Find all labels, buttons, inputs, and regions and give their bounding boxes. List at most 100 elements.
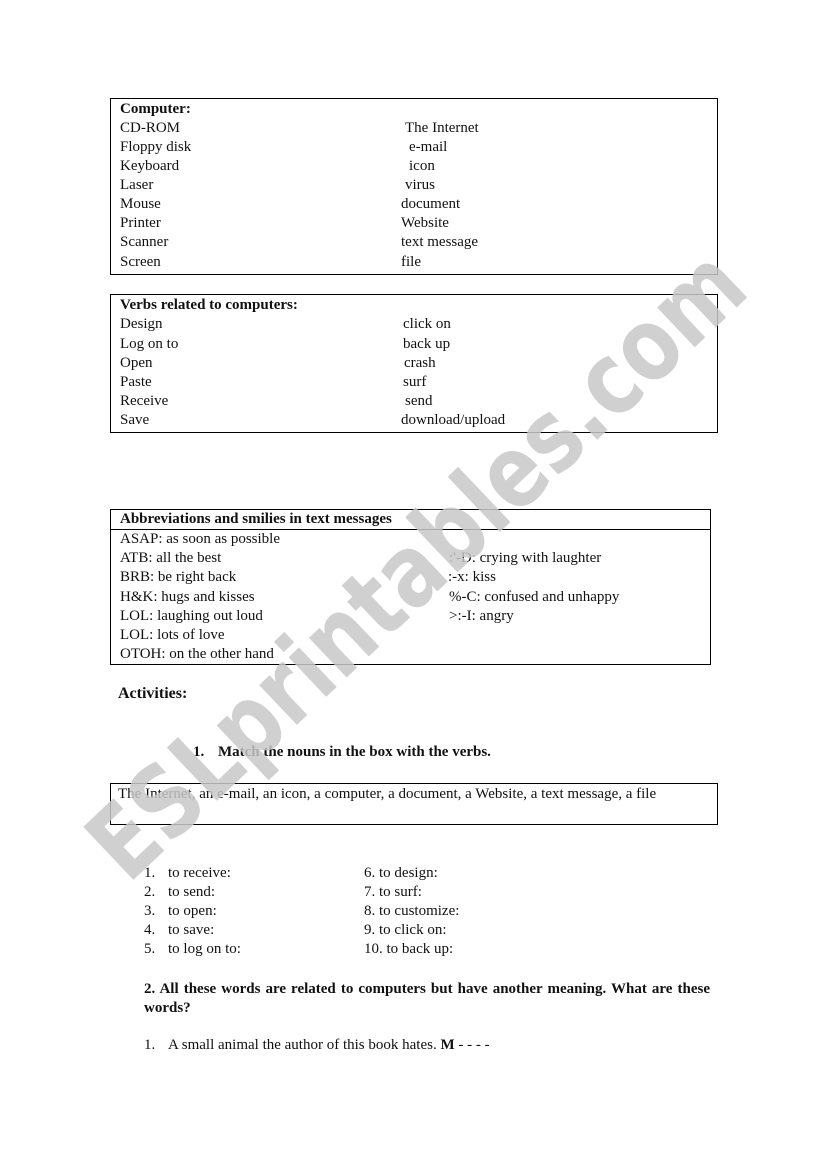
vocab-row: Receive send: [111, 392, 717, 411]
match-item-text: to log on to:: [168, 941, 241, 957]
abbr-row: ASAP: as soon as possible: [111, 530, 710, 549]
vocab-row: Laser virus: [111, 176, 717, 195]
vocab-left: Keyboard: [120, 158, 180, 174]
vocab-row: CD-ROM The Internet: [111, 119, 717, 138]
abbr-left: OTOH: on the other hand: [120, 646, 274, 662]
activities-heading: Activities:: [118, 685, 188, 702]
match-item: 1. to receive:: [144, 864, 231, 883]
match-item-number: 3.: [144, 903, 156, 919]
vocab-row: Screen file: [111, 253, 717, 272]
vocab-right: download/upload: [401, 412, 506, 428]
vocab-right: The Internet: [405, 120, 479, 136]
match-item: 3. to open:: [144, 902, 217, 921]
nouns-box: The Internet, an e-mail, an icon, a comp…: [110, 783, 718, 825]
match-item-text: to send:: [168, 884, 216, 900]
vocab-left: Save: [120, 412, 150, 428]
abbr-left: H&K: hugs and kisses: [120, 589, 255, 605]
abbr-row: ATB: all the best :'-D: crying with laug…: [111, 549, 710, 568]
match-item: 7. to surf:: [364, 884, 422, 900]
match-item-number: 2.: [144, 884, 156, 900]
verbs-box-title: Verbs related to computers:: [120, 297, 298, 313]
nouns-box-text: The Internet, an e-mail, an icon, a comp…: [118, 786, 657, 802]
abbr-left: LOL: laughing out loud: [120, 608, 263, 624]
abbr-right: %-C: confused and unhappy: [449, 589, 620, 605]
vocab-right: file: [401, 254, 421, 270]
vocab-right: back up: [403, 336, 451, 352]
match-item-number: 4.: [144, 922, 156, 938]
vocab-left: Mouse: [120, 196, 161, 212]
vocab-row: Printer Website: [111, 214, 717, 233]
vocab-left: Scanner: [120, 234, 169, 250]
vocab-right: Website: [401, 215, 449, 231]
match-item: 8. to customize:: [364, 903, 460, 919]
vocab-left: Open: [120, 355, 153, 371]
abbr-left: LOL: lots of love: [120, 627, 225, 643]
vocab-row: Save download/upload: [111, 411, 717, 430]
task2-instruction: 2. All these words are related to comput…: [144, 981, 710, 1016]
vocab-row: Log on to back up: [111, 335, 717, 354]
vocab-row: Scanner text message: [111, 233, 717, 252]
vocab-right: e-mail: [409, 139, 448, 155]
abbr-left: BRB: be right back: [120, 569, 237, 585]
vocab-left: Floppy disk: [120, 139, 192, 155]
vocab-left: Log on to: [120, 336, 179, 352]
abbr-row: OTOH: on the other hand: [111, 645, 710, 664]
vocab-left: Printer: [120, 215, 161, 231]
abbr-left: ASAP: as soon as possible: [120, 531, 281, 547]
box-title-row: Verbs related to computers:: [111, 296, 717, 315]
vocab-right: send: [405, 393, 433, 409]
computer-vocabulary-box: Computer: CD-ROM The Internet Floppy dis…: [110, 98, 718, 275]
vocab-left: Laser: [120, 177, 154, 193]
match-item-text: to save:: [168, 922, 215, 938]
vocab-left: CD-ROM: [120, 120, 181, 136]
vocab-left: Paste: [120, 374, 152, 390]
answer-blanks: - - - -: [454, 1037, 490, 1053]
abbr-row: BRB: be right back :-x: kiss: [111, 568, 710, 587]
box-title-row: Computer:: [111, 100, 717, 119]
task1-number: 1.: [193, 744, 205, 760]
vocab-right: document: [401, 196, 461, 212]
vocab-row: Keyboard icon: [111, 157, 717, 176]
vocab-row: Open crash: [111, 354, 717, 373]
vocab-row: Design click on: [111, 315, 717, 334]
match-item-number: 1.: [144, 865, 156, 881]
vocab-row: Floppy disk e-mail: [111, 138, 717, 157]
vocab-left: Screen: [120, 254, 161, 270]
vocab-left: Design: [120, 316, 163, 332]
question-text: A small animal the author of this book h…: [168, 1037, 437, 1053]
abbr-right: >:-I: angry: [449, 608, 514, 624]
hint-letter: M: [440, 1037, 455, 1053]
task1-text: Match the nouns in the box with the verb…: [218, 744, 491, 760]
abbr-row: LOL: laughing out loud >:-I: angry: [111, 607, 710, 626]
match-item-text: to receive:: [168, 865, 231, 881]
match-item-number: 5.: [144, 941, 156, 957]
vocab-right: virus: [405, 177, 435, 193]
abbr-right: :-x: kiss: [448, 569, 496, 585]
vocab-right: text message: [401, 234, 479, 250]
abbr-row: H&K: hugs and kisses %-C: confused and u…: [111, 588, 710, 607]
abbr-right: :'-D: crying with laughter: [449, 550, 602, 566]
verbs-vocabulary-box: Verbs related to computers: Design click…: [110, 294, 718, 433]
match-item: 10. to back up:: [364, 941, 454, 957]
match-item: 6. to design:: [364, 865, 438, 881]
vocab-left: Receive: [120, 393, 169, 409]
computer-box-title: Computer:: [120, 101, 191, 117]
vocab-right: surf: [403, 374, 427, 390]
task1-instruction: 1. Match the nouns in the box with the ve…: [193, 744, 491, 761]
vocab-row: Mouse document: [111, 195, 717, 214]
vocab-right: icon: [409, 158, 435, 174]
vocab-right: click on: [403, 316, 451, 332]
match-item: 2. to send:: [144, 883, 215, 902]
match-item: 4. to save:: [144, 921, 214, 940]
abbr-left: ATB: all the best: [120, 550, 222, 566]
box-title-row: Abbreviations and smilies in text messag…: [111, 510, 710, 529]
question-number: 1.: [144, 1037, 156, 1053]
match-item: 5. to log on to:: [144, 940, 241, 959]
vocab-right: crash: [404, 355, 436, 371]
abbr-row: LOL: lots of love: [111, 626, 710, 645]
vocab-row: Paste surf: [111, 373, 717, 392]
abbreviations-box-title: Abbreviations and smilies in text messag…: [120, 511, 392, 527]
task2-question: 1. A small animal the author of this book…: [144, 1037, 490, 1054]
match-item: 9. to click on:: [364, 922, 447, 938]
match-item-text: to open:: [168, 903, 217, 919]
